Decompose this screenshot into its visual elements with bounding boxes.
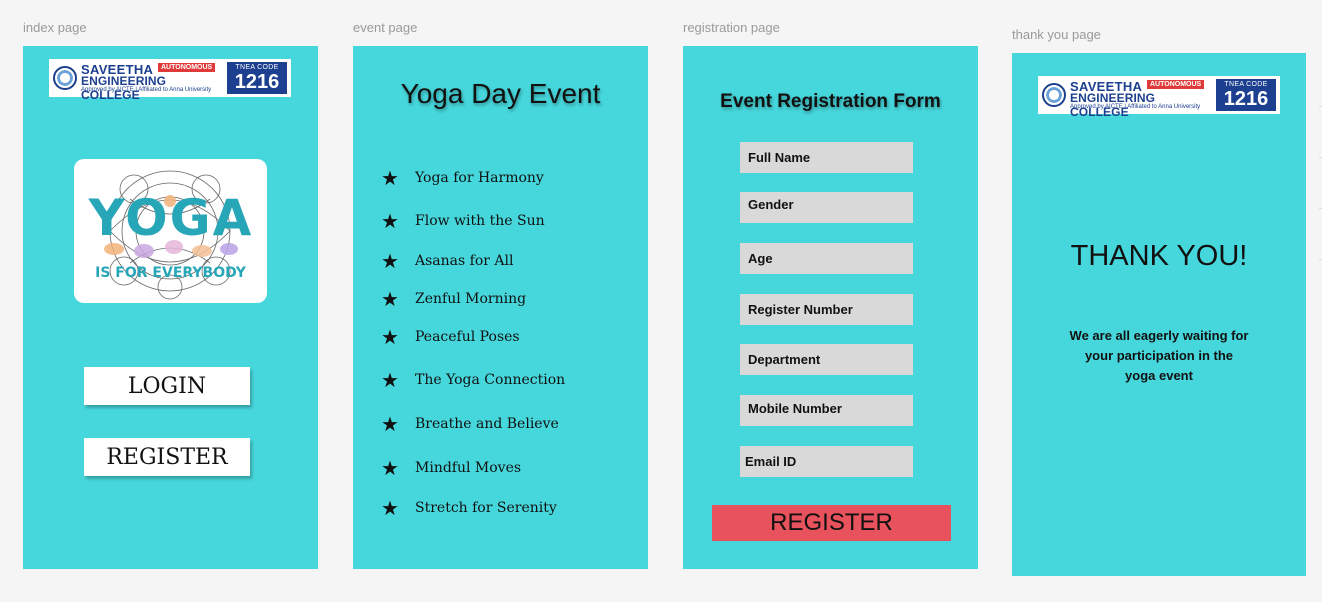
department-field[interactable]: Department [740,344,913,375]
thank-you-message-line: We are all eagerly waiting for [1069,328,1249,343]
mobile-number-field[interactable]: Mobile Number [740,395,913,426]
event-item-label: Asanas for All [415,253,514,269]
star-icon: ★ [381,456,399,480]
logo-autonomous-badge: AUTONOMOUS [1147,80,1205,89]
thankyou-page-frame [1012,53,1306,576]
event-item-label: Zenful Morning [415,291,527,307]
logo-line3: Approved by AICTE | Affiliated to Anna U… [81,87,212,93]
event-list-item: ★ Asanas for All [381,249,513,273]
thank-you-message-line: yoga event [1125,368,1193,383]
event-item-label: Mindful Moves [415,460,522,476]
age-field[interactable]: Age [740,243,913,274]
event-title: Yoga Day Event [400,78,601,109]
tnea-code-box: TNEA CODE 1216 [227,62,287,94]
event-item-label: Peaceful Poses [415,329,520,345]
event-list-item: ★ Peaceful Poses [381,325,520,349]
yoga-banner-image: YOGA IS FOR EVERYBODY [74,159,267,303]
tnea-code-box: TNEA CODE 1216 [1216,79,1276,111]
yoga-tagline: IS FOR EVERYBODY [95,265,246,281]
login-button[interactable]: LOGIN [84,367,250,405]
yoga-word: YOGA [88,189,254,247]
frame-label-event: event page [353,20,418,35]
event-item-label: Breathe and Believe [415,416,559,432]
logo-line3: Approved by AICTE | Affiliated to Anna U… [1070,104,1201,110]
star-icon: ★ [381,166,399,190]
star-icon: ★ [381,249,399,273]
star-icon: ★ [381,496,399,520]
thank-you-message-line: your participation in the [1084,348,1234,363]
star-icon: ★ [381,209,399,233]
event-item-label: The Yoga Connection [415,372,566,388]
event-list-item: ★ The Yoga Connection [381,368,565,392]
frame-label-thankyou: thank you page [1012,27,1101,42]
tnea-code-value: 1216 [1223,87,1269,110]
tnea-code-value: 1216 [234,70,280,93]
thank-you-heading: THANK YOU! [1070,240,1248,272]
college-logo: SAVEETHA AUTONOMOUS ENGINEERING COLLEGE … [1038,76,1280,119]
event-item-label: Stretch for Serenity [415,500,557,516]
registration-submit-button[interactable]: REGISTER [712,505,951,541]
logo-autonomous-badge: AUTONOMOUS [158,63,216,72]
event-list-item: ★ Breathe and Believe [381,412,559,436]
registration-title: Event Registration Form [720,91,941,112]
event-list-item: ★ Yoga for Harmony [381,166,544,190]
frame-label-registration: registration page [683,20,780,35]
thank-you-message: We are all eagerly waiting for your part… [1012,326,1306,386]
event-item-label: Yoga for Harmony [415,170,544,186]
email-field[interactable]: Email ID [740,446,913,477]
event-item-label: Flow with the Sun [415,213,545,229]
star-icon: ★ [381,412,399,436]
star-icon: ★ [381,287,399,311]
register-number-field[interactable]: Register Number [740,294,913,325]
gender-field[interactable]: Gender [740,192,913,223]
star-icon: ★ [381,325,399,349]
event-list-item: ★ Mindful Moves [381,456,521,480]
event-list-item: ★ Stretch for Serenity [381,496,557,520]
full-name-field[interactable]: Full Name [740,142,913,173]
frame-label-index: index page [23,20,87,35]
star-icon: ★ [381,368,399,392]
event-list-item: ★ Zenful Morning [381,287,526,311]
college-seal-icon [1042,83,1066,107]
college-seal-icon [53,66,77,90]
register-button[interactable]: REGISTER [84,438,250,476]
index-page-frame [23,46,318,569]
college-logo: SAVEETHA AUTONOMOUS ENGINEERING COLLEGE … [49,59,291,102]
event-list-item: ★ Flow with the Sun [381,209,545,233]
